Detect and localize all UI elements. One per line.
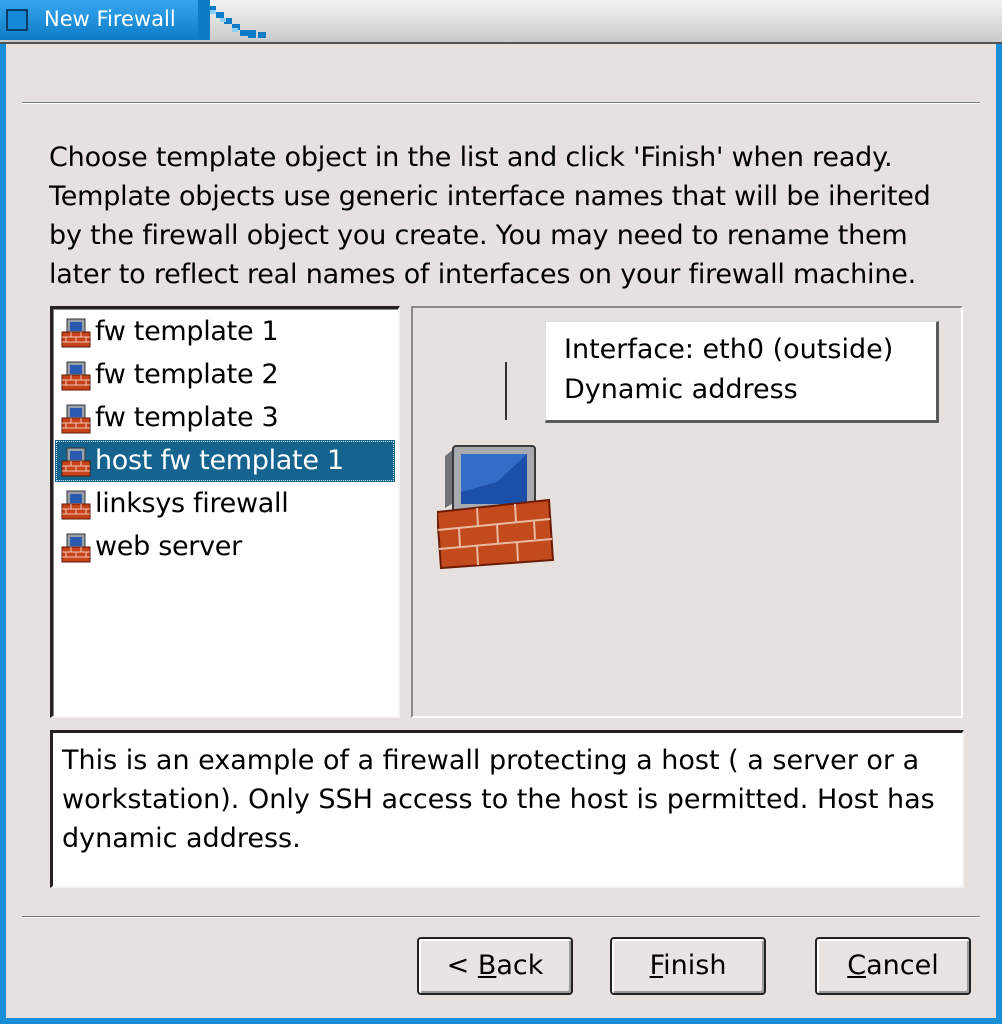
- list-item-label: linksys firewall: [95, 488, 289, 519]
- finish-button-rest: inish: [663, 950, 727, 981]
- firewall-icon: [61, 318, 91, 348]
- template-list[interactable]: fw template 1 fw template 2 fw template …: [50, 306, 400, 718]
- cancel-button-mnemonic: C: [847, 950, 867, 981]
- firewall-icon: [61, 490, 91, 520]
- list-item-label: web server: [95, 531, 242, 562]
- header-separator: [22, 102, 980, 104]
- back-button-prefix: <: [446, 950, 478, 981]
- cancel-button-rest: ancel: [866, 950, 939, 981]
- firewall-icon: [61, 361, 91, 391]
- new-firewall-dialog: New Firewall Choose template object in t…: [0, 0, 1002, 1024]
- list-item-label: host fw template 1: [95, 445, 344, 476]
- interface-name: Interface: eth0 (outside): [564, 334, 894, 365]
- list-item-fw-template-1[interactable]: fw template 1: [55, 311, 395, 353]
- instructions-line: Choose template object in the list and c…: [49, 142, 893, 173]
- firewall-icon: [61, 404, 91, 434]
- title-tab: New Firewall: [0, 0, 200, 40]
- instructions-line: later to reflect real names of interface…: [49, 259, 917, 290]
- cancel-button[interactable]: Cancel: [815, 937, 971, 995]
- back-button[interactable]: < Back: [417, 937, 573, 995]
- list-item-fw-template-2[interactable]: fw template 2: [55, 354, 395, 396]
- host-firewall-icon: [437, 445, 555, 570]
- firewall-icon: [61, 533, 91, 563]
- list-item-fw-template-3[interactable]: fw template 3: [55, 397, 395, 439]
- back-button-mnemonic: B: [477, 950, 497, 981]
- back-button-rest: ack: [496, 950, 544, 981]
- list-item-label: fw template 1: [95, 316, 279, 347]
- title-bar[interactable]: New Firewall: [0, 0, 1002, 44]
- finish-button-mnemonic: F: [649, 950, 664, 981]
- interface-label-box: Interface: eth0 (outside) Dynamic addres…: [545, 321, 939, 423]
- interface-connector: [505, 362, 507, 420]
- list-item-web-server[interactable]: web server: [55, 526, 395, 568]
- list-item-host-fw-template-1[interactable]: host fw template 1: [55, 440, 395, 482]
- instructions-line: Template objects use generic interface n…: [49, 181, 931, 212]
- finish-button[interactable]: Finish: [610, 937, 766, 995]
- list-item-label: fw template 3: [95, 402, 279, 433]
- template-description: This is an example of a firewall protect…: [50, 730, 964, 888]
- instructions-line: by the firewall object you create. You m…: [49, 220, 908, 251]
- firewall-icon: [61, 447, 91, 477]
- window-title: New Firewall: [44, 7, 176, 31]
- instructions-text: Choose template object in the list and c…: [49, 138, 949, 294]
- window-menu-icon[interactable]: [6, 9, 28, 31]
- list-item-label: fw template 2: [95, 359, 279, 390]
- template-preview: Interface: eth0 (outside) Dynamic addres…: [411, 306, 963, 718]
- title-decoration-icon: [198, 0, 266, 40]
- list-item-linksys-firewall[interactable]: linksys firewall: [55, 483, 395, 525]
- interface-address: Dynamic address: [564, 374, 798, 405]
- footer-separator: [22, 916, 980, 918]
